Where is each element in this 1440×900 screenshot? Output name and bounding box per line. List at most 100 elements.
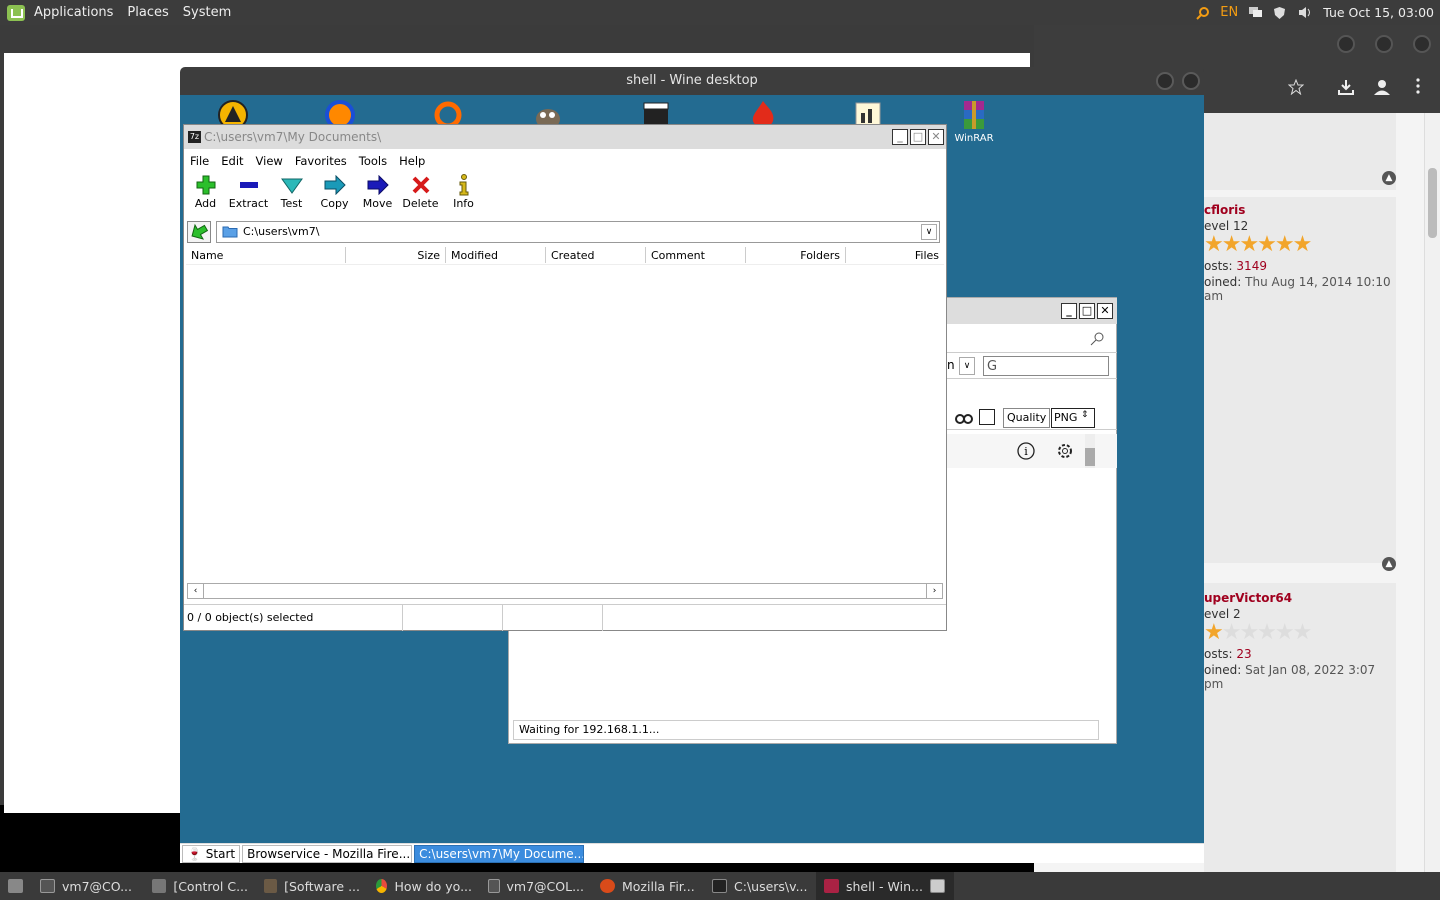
check-icon	[270, 173, 313, 197]
scroll-left-icon[interactable]: ‹	[188, 584, 204, 598]
top-menu: Applications Places System	[0, 0, 245, 25]
winrar-icon	[958, 99, 990, 131]
task-7zip[interactable]: C:\users\v...	[704, 872, 816, 900]
task-firefox[interactable]: Mozilla Fir...	[592, 872, 704, 900]
test-button[interactable]: Test	[270, 173, 313, 215]
menu-help[interactable]: Help	[393, 152, 431, 170]
menu-applications[interactable]: Applications	[27, 5, 120, 20]
wine-maximize-button[interactable]	[1182, 72, 1200, 90]
add-label: Add	[194, 197, 217, 210]
minimize-button[interactable]: _	[892, 129, 908, 145]
forum-post-spacer	[1204, 113, 1396, 190]
scroll-top-icon[interactable]: ▲	[1382, 171, 1396, 185]
download-icon[interactable]	[1337, 78, 1355, 99]
address-bar[interactable]: C:\users\vm7\ ∨	[216, 221, 940, 243]
close-button[interactable]: ✕	[928, 129, 944, 145]
post-username[interactable]: cfloris	[1204, 203, 1396, 217]
menu-tools[interactable]: Tools	[353, 152, 393, 170]
address-input[interactable]: G	[983, 356, 1109, 376]
menu-file[interactable]: File	[184, 152, 215, 170]
wine-minimize-button[interactable]	[1156, 72, 1174, 90]
extract-button[interactable]: Extract	[227, 173, 270, 215]
close-button[interactable]	[1413, 35, 1431, 53]
network-icon[interactable]	[1248, 6, 1263, 19]
folder-up-button[interactable]	[187, 221, 211, 243]
show-desktop-button[interactable]	[0, 872, 32, 900]
partial-select[interactable]: n	[947, 358, 955, 372]
info-icon[interactable]: i	[1017, 442, 1035, 463]
task-chrome[interactable]: How do yo...	[368, 872, 480, 900]
move-button[interactable]: Move	[356, 173, 399, 215]
scrollbar-thumb[interactable]	[1428, 168, 1437, 238]
task-terminal-1[interactable]: vm7@CO...	[32, 872, 144, 900]
maximize-button[interactable]	[1375, 35, 1393, 53]
scroll-right-icon[interactable]: ›	[926, 584, 942, 598]
post-username[interactable]: uperVictor64	[1204, 591, 1396, 605]
menu-view[interactable]: View	[250, 152, 289, 170]
task-software-manager[interactable]: [Software ...	[256, 872, 368, 900]
volume-icon[interactable]	[1298, 6, 1313, 19]
task-control-center[interactable]: [Control C...	[144, 872, 256, 900]
scrollbar-thumb[interactable]	[1085, 448, 1095, 466]
find-icon[interactable]	[955, 409, 973, 428]
extract-label: Extract	[228, 197, 269, 210]
maximize-button[interactable]: □	[1079, 303, 1095, 319]
chevron-down-icon[interactable]: ∨	[921, 224, 937, 240]
copy-button[interactable]: Copy	[313, 173, 356, 215]
copy-label: Copy	[320, 197, 349, 210]
menu-edit[interactable]: Edit	[215, 152, 249, 170]
column-name[interactable]: Name	[186, 247, 346, 263]
quality-label: Quality	[1003, 408, 1051, 428]
vertical-scrollbar[interactable]	[1085, 434, 1095, 468]
menu-system[interactable]: System	[176, 5, 238, 20]
post-level: evel 12	[1204, 219, 1249, 233]
mint-logo-icon[interactable]	[7, 4, 25, 21]
clock[interactable]: Tue Oct 15, 03:00	[1323, 5, 1434, 20]
column-modified[interactable]: Modified	[446, 247, 546, 263]
wine-task-7zip[interactable]: C:\users\vm7\My Docume...	[414, 844, 585, 863]
column-comment[interactable]: Comment	[646, 247, 746, 263]
status-cell	[403, 605, 503, 631]
chevron-down-icon[interactable]: ∨	[959, 357, 975, 375]
gear-icon[interactable]	[1055, 441, 1075, 464]
search-icon[interactable]	[1089, 331, 1105, 350]
browser-scrollbar[interactable]	[1424, 113, 1440, 873]
wine-task-browservice[interactable]: Browservice - Mozilla Fire...	[242, 844, 413, 863]
column-folders[interactable]: Folders	[746, 247, 846, 263]
status-cell	[503, 605, 603, 631]
minimize-button[interactable]: _	[1061, 303, 1077, 319]
info-button[interactable]: Info	[442, 173, 485, 215]
terminal-icon	[488, 879, 500, 893]
shield-icon[interactable]	[1273, 6, 1288, 19]
terminal-icon	[40, 879, 55, 893]
chevron-updown-icon[interactable]: ⇕	[1081, 410, 1089, 420]
column-created[interactable]: Created	[546, 247, 646, 263]
window-thumbnail-icon	[929, 879, 945, 893]
menu-dots-icon[interactable]	[1416, 78, 1420, 97]
rank-stars: ★★★★★★	[1204, 232, 1312, 257]
scrollbar-track[interactable]	[204, 584, 922, 598]
arrow-right-icon	[313, 173, 356, 197]
delete-button[interactable]: Delete	[399, 173, 442, 215]
account-icon[interactable]	[1373, 78, 1391, 99]
menu-places[interactable]: Places	[120, 5, 175, 20]
clipboard-icon[interactable]	[979, 409, 995, 425]
file-list[interactable]	[186, 266, 944, 581]
search-icon[interactable]	[1195, 6, 1210, 20]
horizontal-scrollbar[interactable]: ‹ ›	[187, 583, 943, 599]
close-button[interactable]: ✕	[1097, 303, 1113, 319]
control-center-icon	[152, 879, 167, 893]
menu-favorites[interactable]: Favorites	[289, 152, 353, 170]
task-terminal-2[interactable]: vm7@COL...	[480, 872, 592, 900]
add-button[interactable]: Add	[184, 173, 227, 215]
wine-start-button[interactable]: 🍷 Start	[182, 844, 241, 863]
keyboard-layout[interactable]: EN	[1220, 5, 1238, 20]
scroll-top-icon[interactable]: ▲	[1382, 557, 1396, 571]
minimize-button[interactable]	[1337, 35, 1355, 53]
column-files[interactable]: Files	[846, 247, 944, 263]
column-size[interactable]: Size	[346, 247, 446, 263]
bookmark-star-icon[interactable]	[1287, 78, 1305, 98]
maximize-button[interactable]: □	[910, 129, 926, 145]
task-wine-shell[interactable]: shell - Win...	[816, 872, 954, 900]
desktop-icon-winrar[interactable]: WinRAR	[942, 99, 1006, 144]
